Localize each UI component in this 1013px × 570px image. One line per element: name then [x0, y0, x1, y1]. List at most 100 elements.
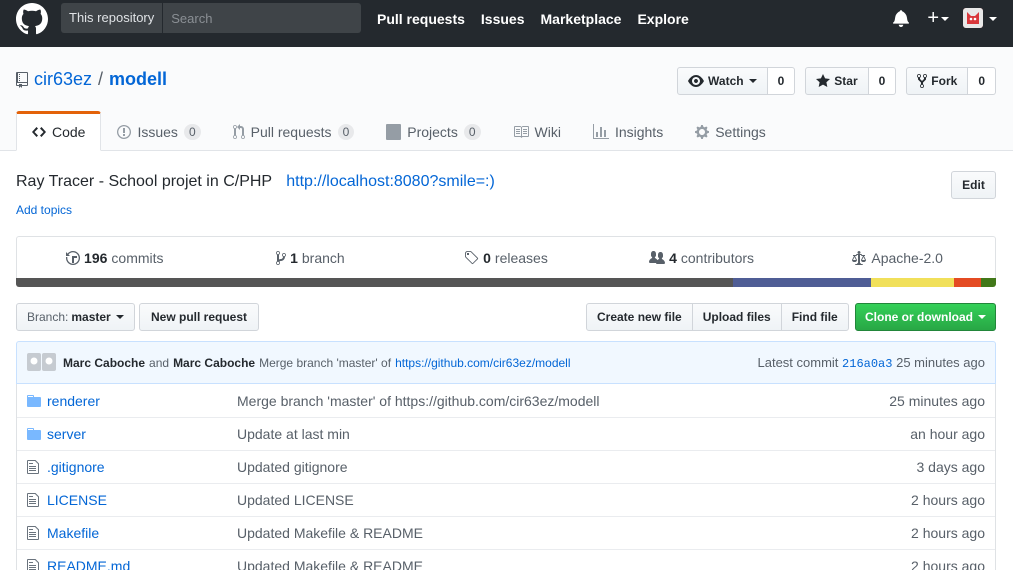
graph-icon	[592, 124, 609, 139]
language-segment-php	[732, 278, 871, 287]
clone-or-download-button[interactable]: Clone or download	[855, 303, 996, 331]
file-name-link[interactable]: README.md	[47, 558, 237, 570]
contributors-link[interactable]: 4 contributors	[604, 237, 800, 278]
main-nav: Pull requests Issues Marketplace Explore	[377, 0, 705, 38]
nav-pull-requests[interactable]: Pull requests	[377, 11, 465, 27]
homepage-link[interactable]: http://localhost:8080?smile=:)	[286, 173, 495, 190]
chevron-down-icon	[978, 315, 986, 319]
star-label: Star	[834, 74, 858, 88]
commit-sha-link[interactable]: 216a0a3	[842, 357, 892, 371]
chevron-down-icon	[941, 17, 949, 21]
tab-label: Issues	[137, 124, 178, 140]
file-name-link[interactable]: LICENSE	[47, 492, 237, 508]
commit-author-1[interactable]: Marc Caboche	[63, 356, 145, 370]
star-count[interactable]: 0	[868, 67, 897, 95]
header-actions: +	[893, 8, 997, 28]
tab-label: Projects	[407, 124, 458, 140]
repo-header: cir63ez / modell Watch 0 Star 0 Fork 0 C…	[0, 47, 1013, 151]
pull-requests-counter: 0	[337, 124, 355, 140]
history-icon	[66, 250, 81, 265]
tab-label: Code	[52, 124, 86, 140]
tab-settings[interactable]: Settings	[679, 111, 782, 151]
commit-message-link[interactable]: https://github.com/cir63ez/modell	[395, 356, 570, 370]
latest-commit-bar: Marc Caboche and Marc Caboche Merge bran…	[16, 341, 996, 384]
watch-button[interactable]: Watch	[677, 67, 768, 95]
language-bar[interactable]	[16, 278, 996, 287]
tab-issues[interactable]: Issues 0	[101, 111, 216, 151]
tab-projects[interactable]: Projects 0	[370, 111, 496, 151]
nav-marketplace[interactable]: Marketplace	[541, 11, 622, 27]
commit-message-link[interactable]: Updated Makefile & README	[237, 558, 995, 570]
search-scope-label: This repository	[61, 3, 164, 33]
releases-label: releases	[494, 249, 548, 266]
commit-age: 2 hours ago	[911, 492, 985, 508]
github-logo-icon[interactable]	[16, 3, 48, 35]
repo-tabs: Code Issues 0 Pull requests 0 Projects 0	[16, 111, 782, 151]
commits-label: commits	[111, 249, 164, 266]
branch-count: 1	[290, 249, 298, 266]
watch-count[interactable]: 0	[767, 67, 796, 95]
user-avatar[interactable]	[963, 8, 983, 28]
branches-link[interactable]: 1 branch	[213, 237, 409, 278]
commit-age: 2 hours ago	[911, 558, 985, 570]
file-name-link[interactable]: .gitignore	[47, 459, 237, 475]
commits-link[interactable]: 196 commits	[17, 237, 213, 278]
commit-message-link[interactable]: Updated gitignore	[237, 459, 995, 475]
commit-author-2[interactable]: Marc Caboche	[173, 356, 255, 370]
code-icon	[32, 127, 46, 137]
branch-prefix: Branch:	[27, 310, 69, 324]
star-action: Star 0	[805, 67, 897, 95]
fork-icon	[917, 73, 928, 89]
file-name-link[interactable]: renderer	[47, 393, 237, 409]
nav-explore[interactable]: Explore	[637, 11, 688, 27]
avatar[interactable]	[27, 352, 57, 373]
repo-owner-link[interactable]: cir63ez	[34, 69, 92, 90]
add-topics-link[interactable]: Add topics	[16, 203, 72, 217]
tag-icon	[465, 250, 479, 264]
watch-label: Watch	[708, 74, 744, 88]
fork-count[interactable]: 0	[968, 67, 996, 95]
file-name-link[interactable]: server	[47, 426, 237, 442]
latest-commit-info: Latest commit 216a0a3 25 minutes ago	[758, 355, 986, 371]
projects-counter: 0	[463, 124, 481, 140]
commit-message-link[interactable]: Update at last min	[237, 426, 995, 442]
license-link[interactable]: Apache-2.0	[799, 237, 995, 278]
new-pull-request-button[interactable]: New pull request	[139, 303, 260, 331]
tab-code[interactable]: Code	[16, 111, 102, 151]
commit-message-link[interactable]: Updated Makefile & README	[237, 525, 995, 541]
commit-age: 2 hours ago	[911, 525, 985, 541]
language-segment-javascript	[953, 278, 982, 287]
fork-label: Fork	[931, 74, 958, 88]
license-label: Apache-2.0	[871, 249, 943, 266]
search-box: This repository	[61, 3, 361, 33]
create-new-file-button[interactable]: Create new file	[586, 303, 693, 331]
star-button[interactable]: Star	[805, 67, 869, 95]
commit-message-link[interactable]: Updated LICENSE	[237, 492, 995, 508]
branch-select-button[interactable]: Branch: master	[16, 303, 135, 331]
search-input[interactable]	[163, 3, 361, 33]
tab-insights[interactable]: Insights	[577, 111, 679, 151]
tab-pull-requests[interactable]: Pull requests 0	[217, 111, 371, 151]
commit-age: 25 minutes ago	[889, 392, 985, 409]
notification-bell-icon[interactable]	[893, 9, 910, 27]
tab-wiki[interactable]: Wiki	[497, 111, 577, 151]
branch-name: master	[71, 310, 111, 324]
nav-issues[interactable]: Issues	[481, 11, 525, 27]
commit-message-link[interactable]: Merge branch 'master' of https://github.…	[237, 393, 995, 409]
plus-icon[interactable]: +	[927, 8, 939, 28]
upload-files-button[interactable]: Upload files	[691, 303, 782, 331]
numbers-summary: 196 commits 1 branch 0 releases 4 contri…	[16, 236, 996, 278]
find-file-button[interactable]: Find file	[780, 303, 849, 331]
chevron-down-icon	[989, 17, 997, 21]
edit-description-button[interactable]: Edit	[951, 171, 996, 199]
language-segment-other	[981, 278, 996, 287]
repo-name-link[interactable]: modell	[109, 69, 167, 90]
table-row: renderer Merge branch 'master' of https:…	[17, 384, 995, 417]
chevron-down-icon	[115, 315, 124, 319]
law-icon	[852, 250, 867, 265]
fork-button[interactable]: Fork	[906, 67, 969, 95]
releases-count: 0	[483, 249, 491, 266]
gear-icon	[695, 125, 710, 139]
releases-link[interactable]: 0 releases	[408, 237, 604, 278]
file-name-link[interactable]: Makefile	[47, 525, 237, 541]
